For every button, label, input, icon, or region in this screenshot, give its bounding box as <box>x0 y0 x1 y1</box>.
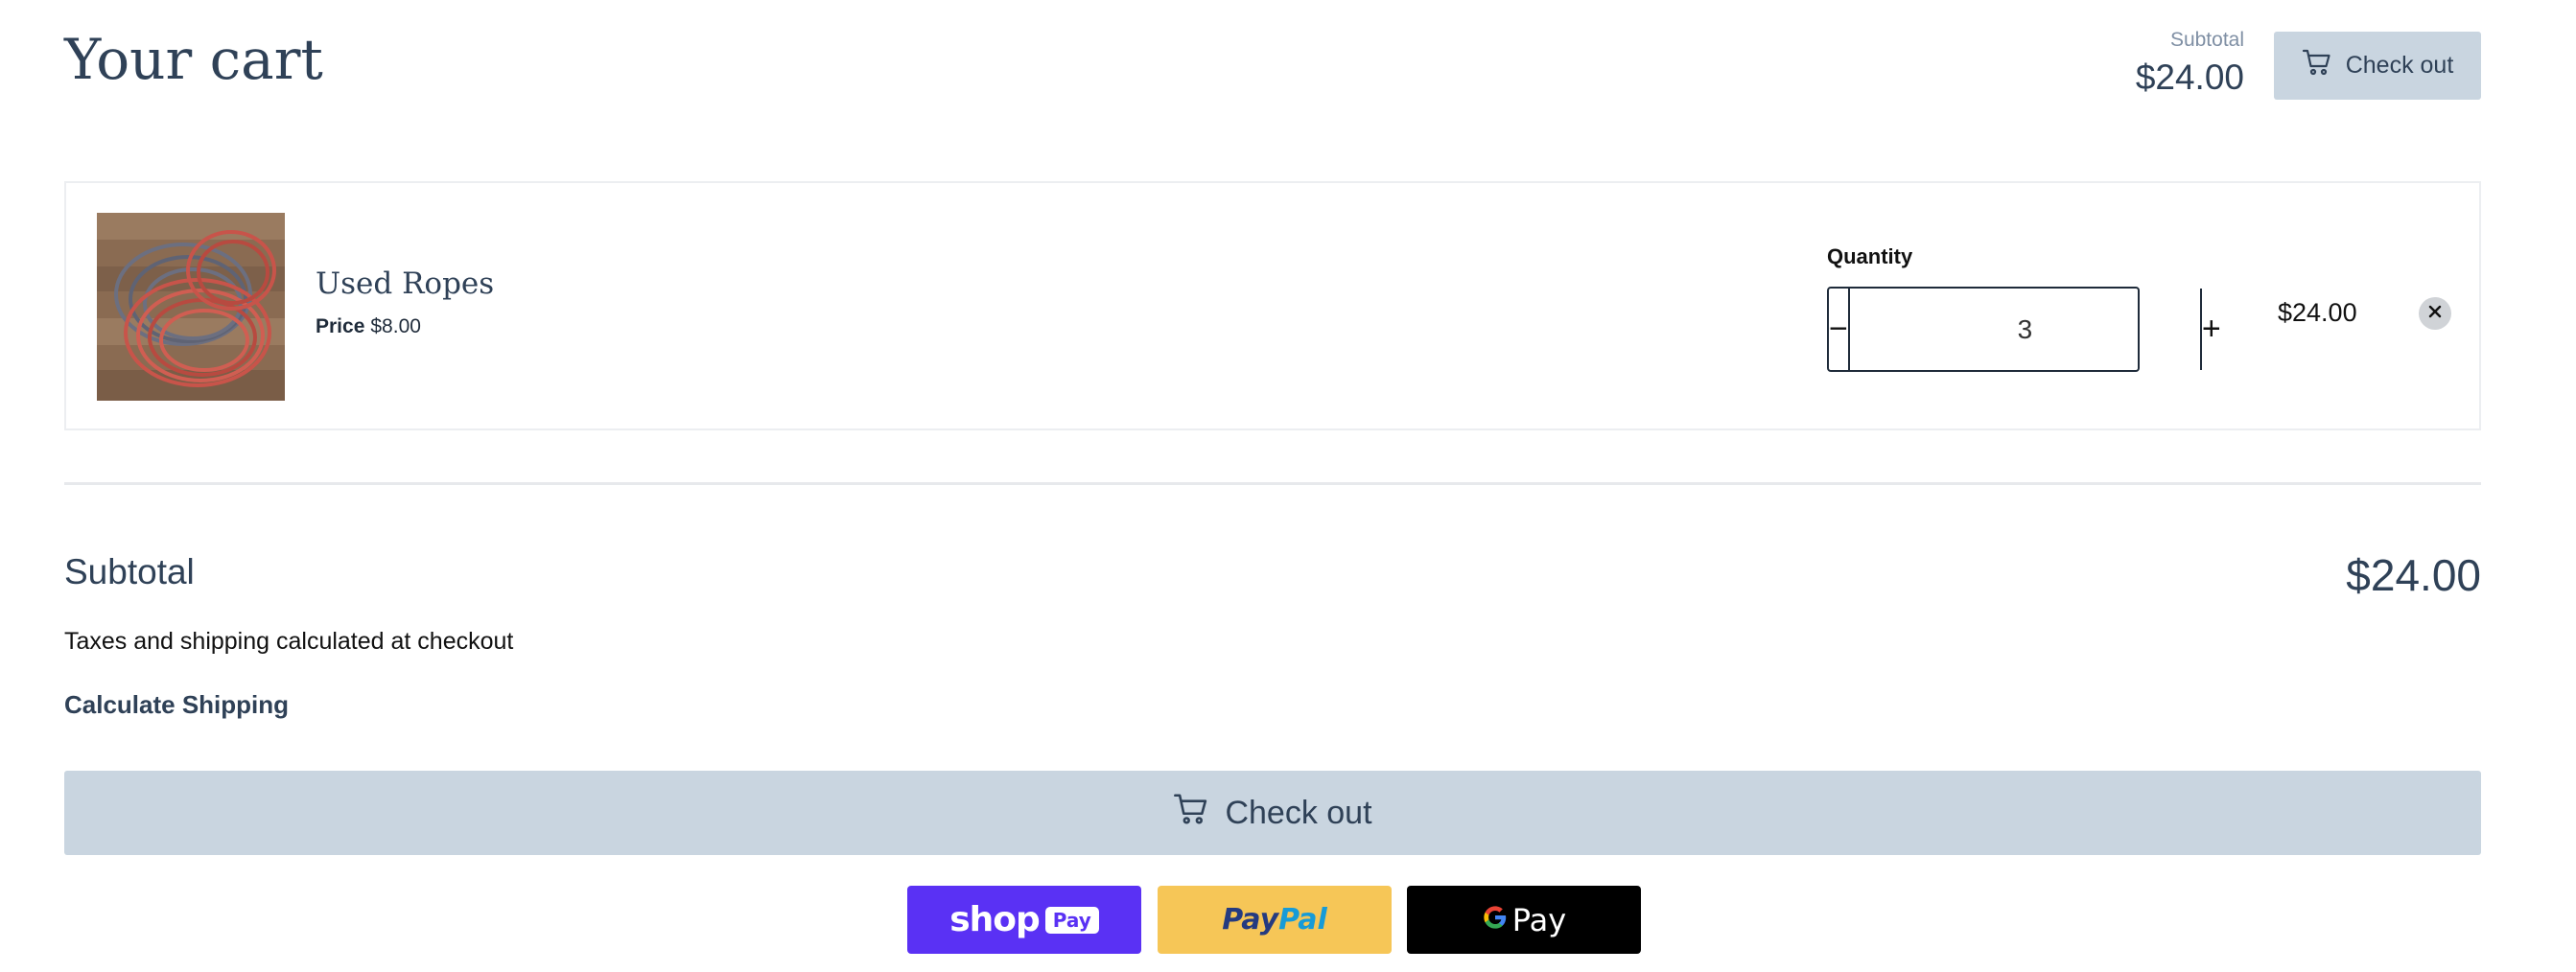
google-pay-wordmark: Pay <box>1482 902 1566 938</box>
decrement-button[interactable]: − <box>1829 289 1850 370</box>
divider <box>64 482 2481 485</box>
line-total: $24.00 <box>2278 298 2357 327</box>
paypal-wordmark-pay: Pay <box>1222 903 1279 937</box>
tax-note: Taxes and shipping calculated at checkou… <box>64 628 514 655</box>
paypal-wordmark: PayPal <box>1222 903 1327 937</box>
item-price: Price $8.00 <box>316 315 421 338</box>
item-price-value: $8.00 <box>370 315 421 337</box>
shop-pay-button[interactable]: shop Pay <box>907 886 1141 954</box>
quantity-label: Quantity <box>1827 244 1913 268</box>
calculate-shipping-link[interactable]: Calculate Shipping <box>64 690 289 720</box>
quantity-input[interactable] <box>1849 289 2200 370</box>
close-icon <box>2427 304 2443 324</box>
checkout-button[interactable]: Check out <box>64 771 2481 855</box>
header-checkout-label: Check out <box>2345 52 2454 79</box>
subtotal-label: Subtotal <box>64 552 195 591</box>
google-g-icon <box>1482 902 1509 938</box>
google-pay-label: Pay <box>1511 901 1567 938</box>
paypal-wordmark-pal: Pal <box>1278 903 1327 937</box>
paypal-button[interactable]: PayPal <box>1158 886 1392 954</box>
quantity-stepper: − + <box>1827 287 2221 372</box>
google-pay-button[interactable]: Pay <box>1407 886 1641 954</box>
subtotal-value: $24.00 <box>2346 550 2481 600</box>
header-subtotal-label: Subtotal <box>2169 29 2244 51</box>
header-checkout-button[interactable]: Check out <box>2274 32 2481 100</box>
increment-button[interactable]: + <box>2199 289 2221 370</box>
checkout-label: Check out <box>1225 794 1372 831</box>
cart-icon <box>1173 792 1209 835</box>
cart-icon <box>2302 48 2332 83</box>
shop-pay-wordmark: shop <box>949 900 1041 939</box>
item-price-label: Price <box>316 315 365 337</box>
header-subtotal-value: $24.00 <box>2135 58 2244 97</box>
product-image[interactable] <box>97 213 285 401</box>
page-title: Your cart <box>64 27 323 92</box>
item-title[interactable]: Used Ropes <box>316 266 494 301</box>
remove-item-button[interactable] <box>2419 297 2451 330</box>
shop-pay-pill: Pay <box>1044 906 1099 934</box>
